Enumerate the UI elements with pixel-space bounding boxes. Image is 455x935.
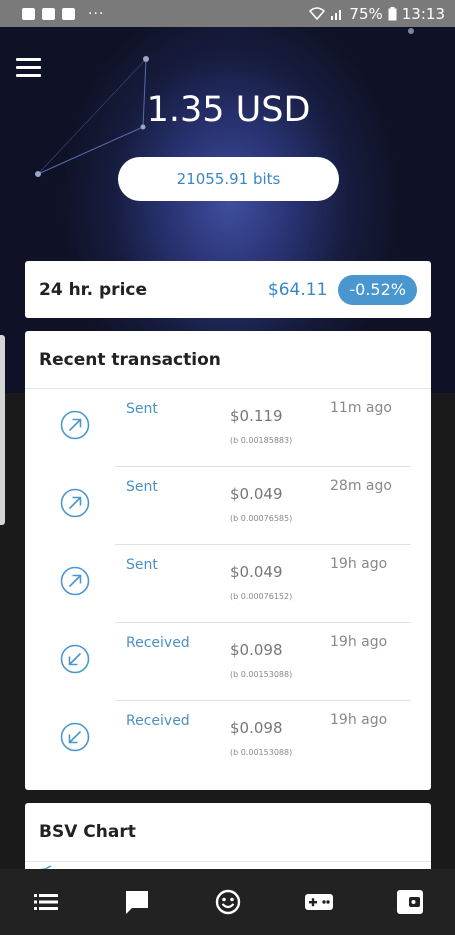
transactions-title: Recent transaction xyxy=(25,331,431,389)
sent-arrow-icon xyxy=(60,410,90,440)
transaction-row[interactable]: Received $0.098 (b 0.00153088) 19h ago xyxy=(25,623,431,701)
chart-title: BSV Chart xyxy=(39,822,136,842)
balance-bits-button[interactable]: 21055.91 bits xyxy=(118,157,339,201)
nav-transactions[interactable] xyxy=(0,869,91,935)
price-card: 24 hr. price $64.11 -0.52% xyxy=(25,261,431,318)
recent-transactions-card: Recent transaction Sent $0.119 (b 0.0018… xyxy=(25,331,431,790)
clock: 13:13 xyxy=(401,4,445,23)
more-notifications-icon: ··· xyxy=(88,5,105,22)
transaction-btc-amount: (b 0.00076585) xyxy=(230,514,293,523)
transaction-time: 28m ago xyxy=(330,478,392,494)
battery-icon xyxy=(388,6,397,20)
smiley-icon xyxy=(215,889,240,915)
wallet-icon xyxy=(396,890,423,914)
transaction-amount: $0.098 xyxy=(230,719,283,737)
gallery-icon xyxy=(22,7,35,20)
received-arrow-icon xyxy=(60,722,90,752)
transaction-row[interactable]: Sent $0.049 (b 0.00076152) 19h ago xyxy=(25,545,431,623)
transaction-amount: $0.119 xyxy=(230,407,283,425)
gamepad-icon xyxy=(304,894,333,910)
transaction-type: Sent xyxy=(126,557,158,573)
transaction-amount: $0.049 xyxy=(230,563,283,581)
sent-arrow-icon xyxy=(60,488,90,518)
transaction-time: 11m ago xyxy=(330,400,392,416)
chat-icon xyxy=(125,891,148,914)
transaction-row[interactable]: Sent $0.049 (b 0.00076585) 28m ago xyxy=(25,467,431,545)
transaction-btc-amount: (b 0.00153088) xyxy=(230,670,293,679)
edge-panel-handle[interactable] xyxy=(0,335,5,525)
notification-icons: ··· xyxy=(22,6,104,22)
transaction-type: Received xyxy=(126,635,190,651)
nav-games[interactable] xyxy=(273,869,364,935)
transaction-btc-amount: (b 0.00153088) xyxy=(230,748,293,757)
divider xyxy=(25,861,431,862)
transaction-btc-amount: (b 0.00076152) xyxy=(230,592,293,601)
price-label: 24 hr. price xyxy=(39,279,148,300)
transaction-time: 19h ago xyxy=(330,634,388,650)
transaction-row[interactable]: Sent $0.119 (b 0.00185883) 11m ago xyxy=(25,389,431,467)
nav-wallet[interactable] xyxy=(364,869,455,935)
game-notification-icon xyxy=(42,7,55,20)
transaction-time: 19h ago xyxy=(330,556,388,572)
bsv-chart-card: BSV Chart xyxy=(25,803,431,869)
status-bar: ··· 75% 13:13 xyxy=(0,0,455,27)
list-icon xyxy=(33,894,58,910)
transaction-type: Sent xyxy=(126,479,158,495)
price-change-badge: -0.52% xyxy=(338,274,417,305)
transaction-type: Sent xyxy=(126,401,158,417)
price-value: $64.11 xyxy=(267,279,328,300)
signal-icon xyxy=(331,10,342,20)
menu-icon[interactable] xyxy=(16,58,41,77)
received-arrow-icon xyxy=(60,644,90,674)
battery-percent: 75% xyxy=(349,4,383,23)
transaction-amount: $0.049 xyxy=(230,485,283,503)
wifi-icon xyxy=(309,7,326,20)
transaction-row[interactable]: Received $0.098 (b 0.00153088) 19h ago xyxy=(25,701,431,779)
bottom-nav xyxy=(0,869,455,935)
transaction-time: 19h ago xyxy=(330,712,388,728)
nav-emoji[interactable] xyxy=(182,869,273,935)
transaction-type: Received xyxy=(126,713,190,729)
transaction-amount: $0.098 xyxy=(230,641,283,659)
nav-chat[interactable] xyxy=(91,869,182,935)
game-notification-icon xyxy=(62,7,75,20)
sent-arrow-icon xyxy=(60,566,90,596)
transaction-btc-amount: (b 0.00185883) xyxy=(230,436,293,445)
balance-usd: 1.35 USD xyxy=(146,90,311,130)
